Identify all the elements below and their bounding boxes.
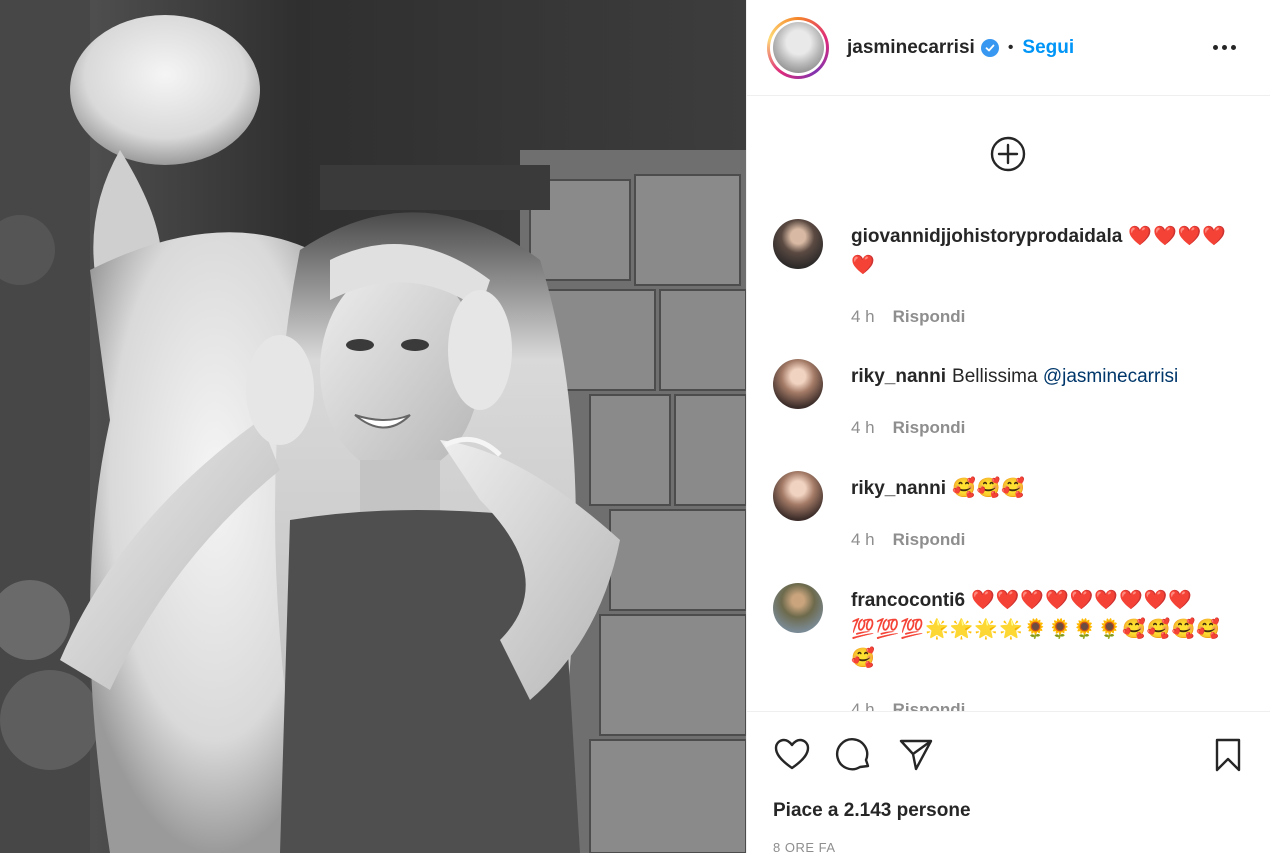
paper-plane-icon[interactable] [897,736,935,774]
comment-avatar[interactable] [773,471,823,521]
plus-circle-icon[interactable] [989,135,1027,173]
heart-icon[interactable] [773,736,811,774]
post-username[interactable]: jasminecarrisi [847,37,975,59]
comment-item: giovannidjjohistoryprodaidala ❤️❤️❤️❤️❤️ … [773,219,1253,331]
comment-text: 🥰🥰🥰 [952,478,1027,499]
comment-avatar[interactable] [773,583,823,633]
post-side-panel: jasminecarrisi • Segui giovannidjjohisto… [746,0,1270,853]
comment-username[interactable]: giovannidjjohistoryprodaidala [851,226,1122,247]
reply-button[interactable]: Rispondi [893,695,966,711]
reply-button[interactable]: Rispondi [893,413,966,442]
header-separator: • [1007,38,1014,56]
comments-list[interactable]: giovannidjjohistoryprodaidala ❤️❤️❤️❤️❤️ … [747,97,1270,711]
more-options-icon[interactable] [1213,45,1236,50]
comment-icon[interactable] [835,736,873,774]
comment-text: Bellissima [952,366,1038,387]
follow-button[interactable]: Segui [1022,37,1074,59]
bookmark-icon[interactable] [1209,736,1247,774]
comment-avatar[interactable] [773,359,823,409]
post-actions: Piace a 2.143 persone 8 ORE FA [747,711,1270,853]
comment-age: 4 h [851,307,875,326]
verified-badge-icon [980,38,999,57]
post-header: jasminecarrisi • Segui [747,0,1270,96]
comment-avatar[interactable] [773,219,823,269]
comment-age: 4 h [851,530,875,549]
comment-username[interactable]: riky_nanni [851,478,946,499]
comment-age: 4 h [851,418,875,437]
comment-mention-link[interactable]: @jasminecarrisi [1043,366,1178,387]
comment-username[interactable]: riky_nanni [851,366,946,387]
comment-item: riky_nanni Bellissima @jasminecarrisi 4 h… [773,359,1253,442]
comment-item: riky_nanni 🥰🥰🥰 4 h Rispondi [773,471,1253,554]
reply-button[interactable]: Rispondi [893,302,966,331]
reply-button[interactable]: Rispondi [893,525,966,554]
post-photo[interactable] [0,0,746,853]
post-image [0,0,746,853]
comment-username[interactable]: francoconti6 [851,590,965,611]
comment-item: francoconti6 ❤️❤️❤️❤️❤️❤️❤️❤️❤️💯💯💯🌟🌟🌟🌟🌻🌻🌻… [773,583,1253,711]
comment-age: 4 h [851,700,875,711]
profile-avatar[interactable] [767,16,829,79]
post-timestamp: 8 ORE FA [773,840,836,853]
likes-count[interactable]: Piace a 2.143 persone [773,800,971,822]
